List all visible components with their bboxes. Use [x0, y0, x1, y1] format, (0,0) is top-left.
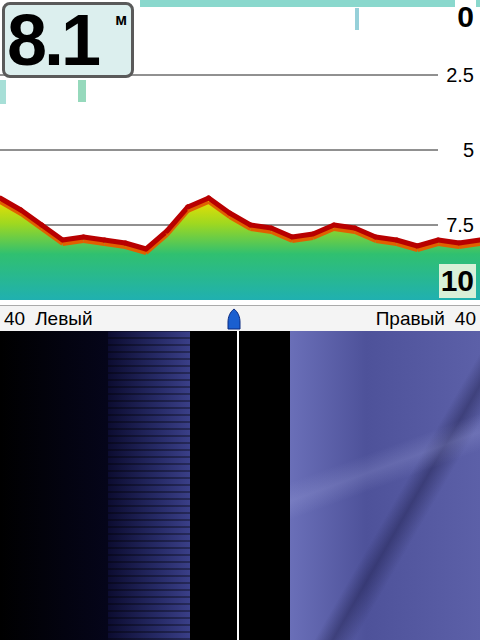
bottom-line-segment — [376, 237, 397, 240]
depth-unit: м — [115, 5, 127, 29]
bottom-line-segment — [104, 240, 125, 243]
left-water-column — [190, 331, 237, 640]
right-title: Правый — [376, 308, 445, 330]
right-bottom-return — [290, 331, 480, 640]
bottom-line-segment — [250, 225, 271, 228]
bottom-line-segment — [63, 237, 84, 240]
bottom-line-segment — [125, 243, 146, 249]
depth-gridline — [0, 150, 438, 151]
bottom-line-segment — [146, 231, 167, 249]
clutter-mark — [78, 80, 86, 102]
bottom-line-segment — [83, 237, 104, 240]
side-scan-image — [0, 331, 480, 640]
depth-value: 8.1 — [7, 5, 98, 75]
sonar-panel: 8.1 м 0 2.5 5 7.5 10 — [0, 0, 480, 305]
bottom-line-segment — [209, 198, 230, 213]
bottom-line-segment — [167, 207, 188, 231]
bottom-line-segment — [417, 240, 438, 246]
depth-tick-label: 10 — [439, 264, 476, 298]
bottom-line-segment — [313, 225, 334, 234]
bottom-line-segment — [271, 228, 292, 237]
bottom-line-segment — [21, 210, 42, 225]
side-scan-header: 40 Левый Правый 40 — [0, 305, 480, 331]
left-far-zone — [0, 331, 108, 640]
right-label: Правый 40 — [376, 308, 476, 330]
bottom-line-segment — [355, 228, 376, 237]
depth-readout: 8.1 м — [2, 2, 134, 78]
bottom-line-segment — [188, 198, 209, 207]
bottom-line-segment — [334, 225, 355, 228]
right-range: 40 — [455, 308, 476, 330]
bottom-line-segment — [42, 225, 63, 240]
surface-clutter — [140, 0, 480, 7]
bottom-line-segment — [0, 198, 21, 210]
left-title: Левый — [35, 308, 92, 330]
sonar-screen: 8.1 м 0 2.5 5 7.5 10 40 Левый Правый 40 — [0, 0, 480, 640]
clutter-mark — [0, 80, 6, 104]
clutter-mark — [355, 8, 359, 30]
bottom-line-segment — [292, 234, 313, 237]
depth-tick-label: 7.5 — [444, 212, 476, 238]
bottom-echo — [0, 198, 480, 300]
bottom-shadow-segment — [167, 211, 188, 235]
left-range: 40 — [4, 308, 25, 330]
left-label: 40 Левый — [4, 308, 93, 330]
bottom-line-segment — [230, 213, 251, 225]
right-water-column — [239, 331, 290, 640]
bottom-line-segment — [459, 240, 480, 243]
boat-icon — [227, 308, 241, 330]
depth-tick-label: 2.5 — [444, 62, 476, 88]
left-bottom-return — [108, 331, 190, 640]
depth-tick-label: 0 — [455, 0, 476, 34]
depth-tick-label: 5 — [461, 137, 476, 163]
bottom-line-segment — [438, 240, 459, 243]
bottom-line-segment — [397, 240, 418, 246]
